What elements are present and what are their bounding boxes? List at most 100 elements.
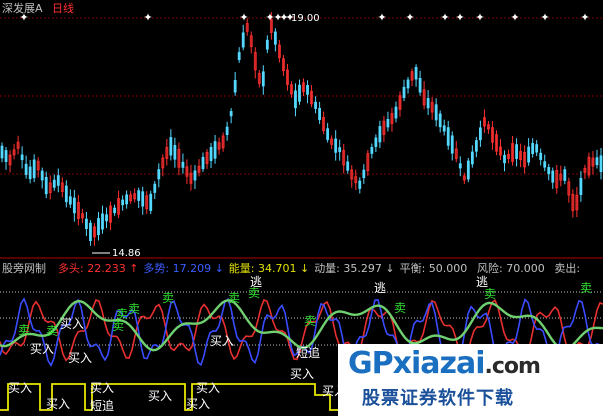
- candle-body: [438, 113, 442, 128]
- sell-signal-label: 卖: [18, 323, 30, 337]
- candle-body: [24, 163, 28, 175]
- buy-signal-label: 买入: [46, 397, 70, 411]
- candle-body: [547, 167, 551, 175]
- short-chase-label: 短追: [90, 398, 114, 413]
- indicator-item-6: 卖出:: [554, 261, 580, 275]
- candle-body: [314, 101, 317, 109]
- signal-marker: ✦: [580, 11, 589, 24]
- candle-body: [503, 154, 506, 164]
- sell-signal-label: 卖: [112, 319, 124, 333]
- indicator-item-5: 风险: 70.000: [477, 261, 545, 275]
- buy-signal-label: 买入: [186, 397, 210, 411]
- candle-body: [157, 169, 161, 180]
- candle-body: [442, 125, 446, 132]
- candle-body: [4, 150, 8, 162]
- candle-body: [446, 127, 450, 146]
- candle-body: [213, 141, 217, 159]
- candle-body: [426, 98, 430, 109]
- candle-body: [378, 126, 382, 143]
- candle-body: [370, 147, 374, 154]
- period-label: 日线: [52, 1, 74, 15]
- candle-body: [229, 111, 233, 117]
- candle-body: [551, 170, 555, 183]
- sell-signal-label: 卖: [484, 287, 496, 301]
- candle-body: [97, 218, 100, 236]
- candle-body: [137, 190, 141, 201]
- candle-body: [294, 90, 297, 109]
- candle-body: [374, 137, 378, 147]
- signal-marker: ✦: [377, 11, 386, 24]
- signal-marker: ✦: [405, 11, 414, 24]
- indicator-item-3: 动量: 35.297 ↓: [314, 262, 394, 275]
- buy-signal-label: 买入: [290, 367, 314, 381]
- candle-body: [20, 154, 24, 161]
- sell-signal-label: 卖: [228, 291, 240, 305]
- candle-body: [386, 118, 390, 128]
- sell-signal-label: 卖: [304, 314, 316, 328]
- sell-signal-label: 卖: [580, 281, 592, 295]
- candle-body: [418, 77, 422, 93]
- candle-body: [466, 160, 470, 180]
- candle-body: [169, 137, 173, 156]
- signal-marker: ✦: [540, 11, 549, 24]
- signal-marker: ✦: [440, 11, 449, 24]
- low-price-label: 14.86: [112, 248, 141, 259]
- candle-body: [261, 71, 265, 87]
- candle-body: [32, 159, 36, 179]
- buy-signal-label: 买入: [210, 334, 234, 348]
- indicator-item-1: 多势: 17.209 ↓: [143, 261, 223, 275]
- short-chase-label: 短追: [296, 345, 320, 360]
- candle-body: [52, 179, 56, 188]
- signal-marker: ✦: [510, 11, 519, 24]
- candle-body: [474, 140, 478, 152]
- candle-body: [209, 146, 213, 161]
- candle-body: [539, 152, 543, 160]
- candle-body: [193, 170, 197, 181]
- escape-signal-label: 逃: [250, 275, 262, 289]
- sell-signal-label: 卖: [128, 302, 140, 316]
- candle-body: [515, 144, 518, 159]
- buy-signal-label: 买入: [90, 381, 114, 395]
- signal-marker: ✦: [455, 11, 464, 24]
- candle-body: [56, 175, 60, 186]
- candle-body: [125, 194, 129, 205]
- indicator-item-2: 能量: 34.701 ↓: [229, 261, 309, 275]
- watermark-tld: .com: [484, 354, 540, 379]
- candle-body: [527, 146, 531, 163]
- candle-body: [414, 66, 418, 80]
- sell-signal-label: 卖: [46, 324, 58, 338]
- indicator-name: 股旁网制: [2, 261, 46, 275]
- candle-body: [579, 177, 583, 195]
- stock-title: 深发展A: [2, 1, 43, 15]
- signal-marker: ✦: [143, 11, 152, 24]
- buy-signal-label: 买入: [148, 389, 172, 403]
- candle-body: [241, 32, 245, 48]
- candle-body: [346, 161, 350, 171]
- candle-body: [181, 161, 185, 168]
- candle-body: [173, 144, 177, 160]
- high-price-label: 19.00: [291, 13, 320, 24]
- candle-body: [478, 127, 482, 141]
- candle-body: [406, 79, 410, 89]
- signal-marker: ✦: [239, 11, 248, 24]
- candle-body: [535, 144, 539, 153]
- candle-body: [362, 169, 366, 179]
- candle-body: [141, 191, 145, 207]
- watermark-subtitle: 股票证券软件下载: [362, 388, 514, 409]
- candle-body: [149, 193, 153, 211]
- candle-body: [265, 39, 269, 50]
- candle-body: [563, 169, 567, 181]
- candle-body: [458, 163, 462, 169]
- candle-body: [358, 180, 362, 189]
- candle-body: [40, 170, 44, 181]
- candle-body: [0, 145, 4, 159]
- escape-signal-label: 逃: [476, 275, 488, 289]
- candle-body: [225, 126, 229, 136]
- candle-body: [338, 147, 342, 153]
- candle-body: [306, 85, 309, 95]
- candle-body: [470, 151, 474, 165]
- buy-signal-label: 买入: [8, 381, 32, 395]
- watermark-logo: GPxiazai.com: [348, 346, 541, 381]
- candle-body: [318, 107, 321, 121]
- candle-body: [121, 199, 125, 206]
